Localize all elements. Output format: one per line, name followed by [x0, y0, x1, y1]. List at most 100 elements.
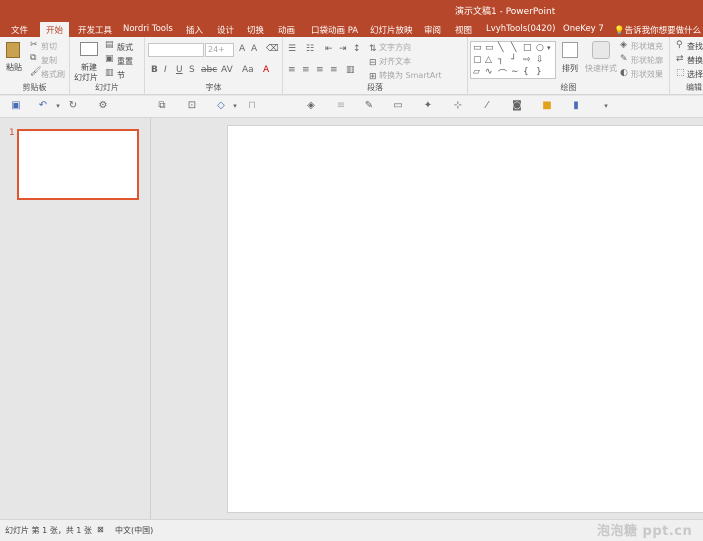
clear-format-icon[interactable]: ⌫	[266, 44, 279, 54]
numbering-icon[interactable]: ☷	[306, 44, 314, 54]
tab-pocket-animation[interactable]: 口袋动画 PA	[311, 22, 358, 37]
line-spacing-icon[interactable]: ↕	[353, 44, 361, 54]
freeform-icon[interactable]: ▱	[473, 67, 480, 77]
group-objects-icon[interactable]: ⊡	[186, 100, 198, 112]
tab-animations[interactable]: 动画	[278, 22, 295, 37]
find-button[interactable]: 查找	[687, 41, 703, 52]
rectangle-shape-icon[interactable]: □	[523, 43, 532, 53]
image-icon[interactable]: ▭	[392, 100, 404, 112]
line-arrow-icon[interactable]: ╲	[511, 43, 516, 53]
textbox-vertical-icon[interactable]: ▭	[485, 43, 494, 53]
font-color-icon[interactable]: A	[263, 65, 269, 75]
tab-slideshow[interactable]: 幻灯片放映	[370, 22, 413, 37]
language-indicator[interactable]: 中文(中国)	[115, 525, 153, 536]
shadow-icon[interactable]: S	[189, 65, 195, 75]
bullets-icon[interactable]: ☰	[288, 44, 296, 54]
curve-icon[interactable]: ∿	[485, 67, 493, 77]
reset-button[interactable]: 重置	[117, 56, 133, 67]
section-button[interactable]: 节	[117, 70, 125, 81]
elbow-connector-icon[interactable]: ┐	[498, 55, 503, 65]
tab-insert[interactable]: 插入	[186, 22, 203, 37]
justify-icon[interactable]: ≡	[330, 65, 338, 75]
slide-canvas[interactable]	[227, 125, 703, 513]
oval-shape-icon[interactable]: ○	[536, 43, 544, 53]
chart-icon[interactable]: ▮	[570, 100, 582, 112]
replace-button[interactable]: 替换	[687, 55, 703, 66]
copy-button[interactable]: 复制	[41, 55, 57, 66]
cut-button[interactable]: 剪切	[41, 41, 57, 52]
tab-view[interactable]: 视图	[455, 22, 472, 37]
tab-onekey[interactable]: OneKey 7	[563, 22, 604, 37]
arc-icon[interactable]: ⌒	[498, 67, 507, 80]
crop-icon[interactable]: ⊹	[452, 100, 464, 112]
shape-outline-button[interactable]: 形状轮廓	[631, 55, 663, 66]
customize-qat-icon[interactable]: ▾	[600, 100, 612, 112]
change-case-icon[interactable]: Aa	[242, 65, 254, 75]
fill-tool-icon[interactable]: ◈	[305, 100, 317, 112]
down-arrow-icon[interactable]: ⇩	[536, 55, 544, 65]
tab-lvyhtools[interactable]: LvyhTools(0420)	[486, 22, 555, 37]
wave-icon[interactable]: ∼	[511, 67, 519, 77]
font-size-input[interactable]: 24+	[205, 43, 234, 57]
underline-icon[interactable]: U	[176, 65, 183, 75]
quick-styles-button[interactable]: 快速样式	[585, 63, 617, 74]
format-painter-button[interactable]: 格式刷	[41, 69, 65, 80]
pen-tool-icon[interactable]: ✎	[363, 100, 375, 112]
font-name-input[interactable]	[148, 43, 204, 57]
spellcheck-icon[interactable]: ⊠	[97, 525, 104, 534]
presenter-icon[interactable]: ⚙	[97, 100, 109, 112]
right-arrow-icon[interactable]: ⇨	[523, 55, 531, 65]
undo-icon[interactable]: ↶	[37, 100, 49, 112]
decrease-indent-icon[interactable]: ⇤	[325, 44, 333, 54]
bold-icon[interactable]: B	[151, 65, 158, 75]
copy-shapes-icon[interactable]: ⧉	[156, 100, 168, 112]
line-shape-icon[interactable]: ╲	[498, 43, 503, 53]
star-icon[interactable]: ✦	[422, 100, 434, 112]
grow-font-icon[interactable]: A	[239, 44, 245, 54]
tab-home[interactable]: 开始	[40, 22, 70, 37]
tab-transitions[interactable]: 切换	[247, 22, 264, 37]
brace-right-icon[interactable]: }	[536, 67, 542, 77]
align-left-icon[interactable]: ≡	[288, 65, 296, 75]
shape-insert-icon[interactable]: ◇	[215, 100, 227, 112]
shape-fill-button[interactable]: 形状填充	[631, 41, 663, 52]
align-tool-icon[interactable]: ≡	[335, 100, 347, 112]
tab-file[interactable]: 文件	[11, 22, 28, 37]
gallery-scroll-icon[interactable]: ▾	[547, 44, 551, 52]
textbox-shape-icon[interactable]: ▭	[473, 43, 482, 53]
lock-icon[interactable]: ⊓	[246, 100, 258, 112]
columns-icon[interactable]: ▥	[346, 65, 355, 75]
elbow-arrow-icon[interactable]: ┘	[511, 55, 516, 65]
paste-button[interactable]: 粘贴	[6, 62, 22, 73]
shapes-gallery[interactable]: ▭ ▭ ╲ ╲ □ ○ ▢ △ ┐ ┘ ⇨ ⇩ ▱ ∿ ⌒ ∼ { } ▾	[470, 41, 556, 80]
tab-developer[interactable]: 开发工具	[78, 22, 112, 37]
brace-left-icon[interactable]: {	[523, 67, 529, 77]
tab-review[interactable]: 审阅	[424, 22, 441, 37]
undo-dropdown-icon[interactable]: ▾	[52, 100, 64, 112]
tell-me-box[interactable]: 💡告诉我你想要做什么	[614, 22, 701, 37]
eyedropper-icon[interactable]: ⁄	[481, 100, 493, 112]
folder-icon[interactable]: ■	[541, 100, 553, 112]
camera-icon[interactable]: ◙	[511, 100, 523, 112]
strikethrough-icon[interactable]: abc	[201, 65, 217, 75]
smartart-button[interactable]: 转换为 SmartArt	[379, 70, 442, 81]
italic-icon[interactable]: I	[164, 65, 167, 75]
slide-thumbnail[interactable]	[17, 129, 139, 200]
tab-nordri-tools[interactable]: Nordri Tools	[123, 22, 173, 37]
shrink-font-icon[interactable]: A	[251, 44, 257, 54]
tab-design[interactable]: 设计	[217, 22, 234, 37]
align-right-icon[interactable]: ≡	[316, 65, 324, 75]
triangle-shape-icon[interactable]: △	[485, 55, 492, 65]
char-spacing-icon[interactable]: AV	[221, 65, 233, 75]
save-icon[interactable]: ▣	[10, 100, 22, 112]
text-direction-button[interactable]: 文字方向	[379, 42, 411, 53]
shape-dropdown-icon[interactable]: ▾	[229, 100, 241, 112]
shape-effects-button[interactable]: 形状效果	[631, 69, 663, 80]
rounded-rect-icon[interactable]: ▢	[473, 55, 482, 65]
increase-indent-icon[interactable]: ⇥	[339, 44, 347, 54]
select-button[interactable]: 选择	[687, 69, 703, 80]
redo-icon[interactable]: ↻	[67, 100, 79, 112]
arrange-button[interactable]: 排列	[562, 63, 578, 74]
align-center-icon[interactable]: ≡	[302, 65, 310, 75]
align-text-button[interactable]: 对齐文本	[379, 56, 411, 67]
